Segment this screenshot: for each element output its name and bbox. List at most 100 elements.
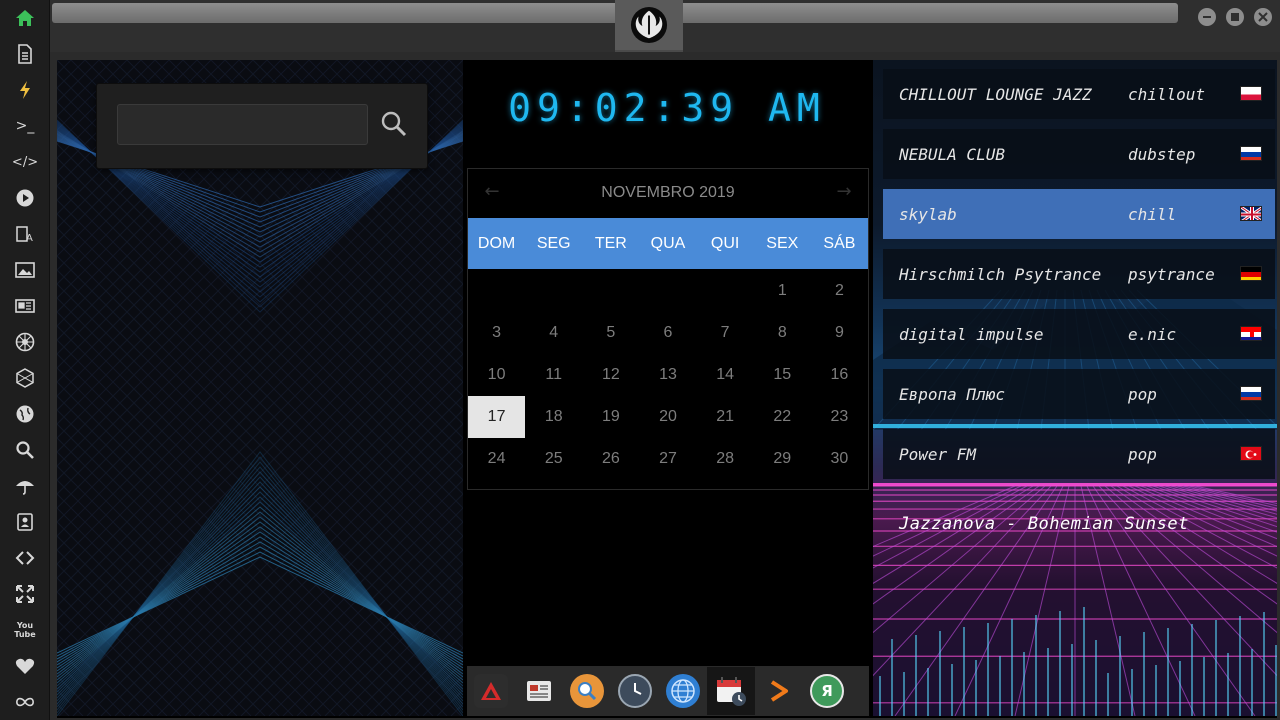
globe-icon[interactable] <box>13 402 37 426</box>
calendar-day[interactable]: 23 <box>811 396 868 438</box>
calendar-day[interactable]: 5 <box>582 312 639 354</box>
calendar-day[interactable]: 22 <box>754 396 811 438</box>
calendar-day[interactable]: 14 <box>697 354 754 396</box>
dock-item-yandex[interactable]: Я <box>803 667 851 715</box>
search-app-icon <box>570 674 604 708</box>
top-bar <box>50 0 1280 52</box>
calendar-day[interactable]: 10 <box>468 354 525 396</box>
main-frame: 09:02:39 AM ← NOVEMBRO 2019 → DOM SEG TE… <box>57 60 1277 718</box>
calendar-day[interactable]: 2 <box>811 270 868 312</box>
image-icon[interactable] <box>13 258 37 282</box>
calendar-day[interactable]: 6 <box>639 312 696 354</box>
play-icon[interactable] <box>13 186 37 210</box>
calendar-widget: ← NOVEMBRO 2019 → DOM SEG TER QUA QUI SE… <box>467 168 869 490</box>
minimize-button[interactable] <box>1198 8 1216 26</box>
calendar-day[interactable]: 26 <box>582 438 639 480</box>
station-row[interactable]: Power FM pop <box>883 429 1275 479</box>
calendar-day[interactable]: 29 <box>754 438 811 480</box>
calendar-day[interactable]: 1 <box>754 270 811 312</box>
heart-icon[interactable] <box>13 654 37 678</box>
calendar-empty-cell <box>582 270 639 312</box>
dock-item-launcher[interactable] <box>467 667 515 715</box>
calendar-day[interactable]: 18 <box>525 396 582 438</box>
station-row[interactable]: digital impulse e.nic <box>883 309 1275 359</box>
calendar-day[interactable]: 25 <box>525 438 582 480</box>
calendar-day[interactable]: 19 <box>582 396 639 438</box>
maximize-button[interactable] <box>1226 8 1244 26</box>
dock-item-terminal[interactable] <box>755 667 803 715</box>
radio-panel: CHILLOUT LOUNGE JAZZ chillout NEBULA CLUB d… <box>873 60 1277 716</box>
calendar-week-row: 24 25 26 27 28 29 30 <box>468 438 868 480</box>
calendar-week-row: 17 18 19 20 21 22 23 <box>468 396 868 438</box>
germany-flag-icon <box>1240 266 1262 281</box>
next-month-button[interactable]: → <box>834 181 854 203</box>
home-icon[interactable] <box>13 6 37 30</box>
station-row[interactable]: skylab chill <box>883 189 1275 239</box>
search-icon[interactable] <box>13 438 37 462</box>
umbrella-icon[interactable] <box>13 474 37 498</box>
dock-item-news[interactable] <box>515 667 563 715</box>
weekday-label: QUI <box>710 235 740 252</box>
calendar-day[interactable]: 7 <box>697 312 754 354</box>
close-button[interactable] <box>1254 8 1272 26</box>
digital-clock: 09:02:39 AM <box>508 86 826 130</box>
weekday-label: QUA <box>650 235 686 252</box>
translate-icon[interactable]: A <box>13 222 37 246</box>
youtube-label: You Tube <box>14 621 36 639</box>
calendar-day[interactable]: 30 <box>811 438 868 480</box>
uk-flag-icon <box>1240 206 1262 221</box>
dock-item-clock[interactable] <box>611 667 659 715</box>
terminal-app-icon <box>762 674 796 708</box>
station-genre: e.nic <box>1128 324 1177 344</box>
station-row[interactable]: Hirschmilch Psytrance psytrance <box>883 249 1275 299</box>
expand-icon[interactable] <box>13 582 37 606</box>
calendar-day[interactable]: 24 <box>468 438 525 480</box>
station-name: CHILLOUT LOUNGE JAZZ <box>899 84 1092 104</box>
calendar-day[interactable]: 8 <box>754 312 811 354</box>
station-row[interactable]: Европа Плюс pop <box>883 369 1275 419</box>
weekday-label: SÁB <box>823 235 856 252</box>
news-icon[interactable] <box>13 294 37 318</box>
magnifier-icon <box>381 111 407 137</box>
calendar-day[interactable]: 11 <box>525 354 582 396</box>
croatia-flag-icon <box>1240 326 1262 341</box>
calendar-day[interactable]: 15 <box>754 354 811 396</box>
now-playing-label: Jazzanova - Bohemian Sunset <box>899 514 1189 534</box>
hexagon-icon[interactable] <box>13 366 37 390</box>
russia-flag-icon <box>1240 146 1262 161</box>
calendar-day[interactable]: 17 <box>468 396 526 438</box>
browser-icon <box>666 674 700 708</box>
calendar-week-row: 12 <box>468 270 868 312</box>
calendar-day[interactable]: 3 <box>468 312 525 354</box>
terminal-icon[interactable]: >_ <box>13 114 37 138</box>
lightning-icon[interactable] <box>13 78 37 102</box>
dock-item-calendar[interactable] <box>707 667 755 715</box>
calendar-day[interactable]: 12 <box>582 354 639 396</box>
station-row[interactable]: NEBULA CLUB dubstep <box>883 129 1275 179</box>
empire-icon[interactable] <box>13 330 37 354</box>
calendar-grid: 1 2 3 4 5 6 7 8 9 10 11 12 13 14 15 16 17 18 19 20 21 22 23 24 2… <box>468 270 868 480</box>
station-name: Hirschmilch Psytrance <box>899 264 1102 284</box>
dock-item-browser[interactable] <box>659 667 707 715</box>
prev-month-button[interactable]: ← <box>482 181 502 203</box>
calendar-day[interactable]: 4 <box>525 312 582 354</box>
calendar-day[interactable]: 21 <box>697 396 754 438</box>
station-row[interactable]: CHILLOUT LOUNGE JAZZ chillout <box>883 69 1275 119</box>
calendar-day[interactable]: 9 <box>811 312 868 354</box>
dock-item-search[interactable] <box>563 667 611 715</box>
calendar-day[interactable]: 27 <box>639 438 696 480</box>
calendar-day[interactable]: 16 <box>811 354 868 396</box>
contacts-icon[interactable] <box>13 510 37 534</box>
code-icon[interactable]: </> <box>12 150 38 174</box>
search-button[interactable] <box>377 106 411 142</box>
calendar-day[interactable]: 28 <box>697 438 754 480</box>
search-input[interactable] <box>117 104 368 145</box>
infinity-icon[interactable] <box>13 690 37 714</box>
calendar-day[interactable]: 13 <box>639 354 696 396</box>
youtube-icon[interactable]: You Tube <box>13 618 37 642</box>
link-icon[interactable] <box>13 546 37 570</box>
document-icon[interactable] <box>13 42 37 66</box>
rebel-logo-icon[interactable] <box>615 0 683 52</box>
terminal-glyph: >_ <box>15 118 35 134</box>
calendar-day[interactable]: 20 <box>639 396 696 438</box>
